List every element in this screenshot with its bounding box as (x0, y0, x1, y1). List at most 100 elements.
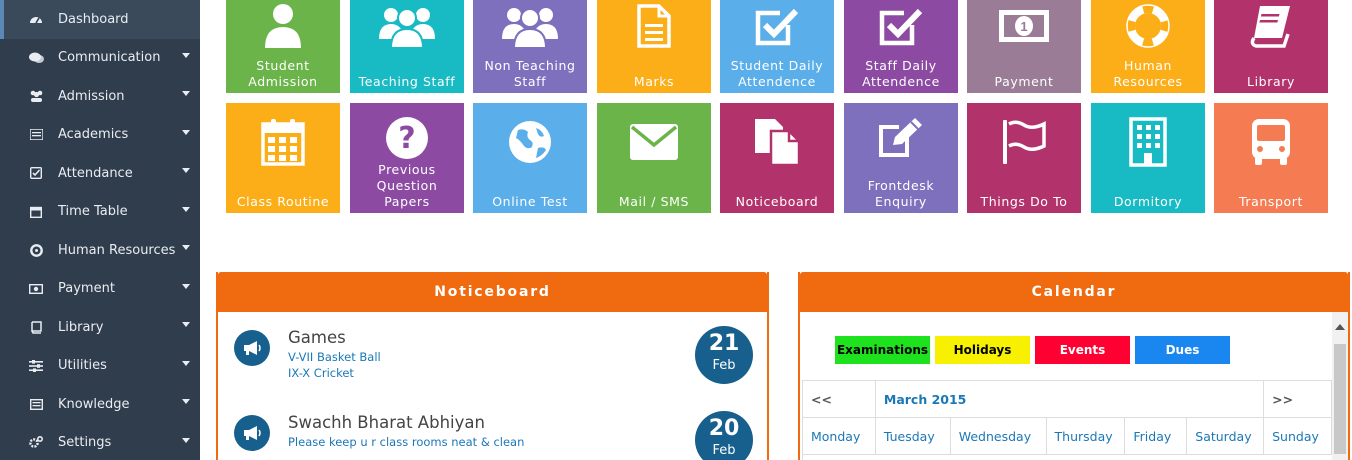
calendar-grid: << March 2015 >> Monday Tuesday Wednesda… (802, 380, 1332, 460)
legend-holidays[interactable]: Holidays (935, 336, 1030, 364)
lifebuoy-icon (28, 242, 44, 258)
checkbox-icon (844, 0, 958, 52)
tile-mail-sms[interactable]: Mail / SMS (597, 103, 711, 213)
tile-label: Student Daily Attendence (730, 58, 824, 89)
scroll-up-icon[interactable] (1335, 324, 1345, 330)
calendar-icon (226, 111, 340, 173)
sidebar-item-knowledge[interactable]: Knowledge (0, 385, 200, 424)
month-title: March 2015 (876, 381, 1265, 417)
chevron-down-icon (182, 322, 190, 327)
tile-staff-daily-attendence[interactable]: Staff Daily Attendence (844, 0, 958, 93)
tile-label: Noticeboard (735, 194, 819, 209)
tile-label: Dormitory (1113, 194, 1183, 209)
chevron-down-icon (182, 129, 190, 135)
tile-frontdesk-enquiry[interactable]: Frontdesk Enquiry (844, 103, 958, 213)
tile-non-teaching-staff[interactable]: Non Teaching Staff (473, 0, 587, 93)
tile-previous-question-papers[interactable]: ? Previous Question Papers (350, 103, 464, 213)
flag-icon (967, 111, 1081, 173)
tile-transport[interactable]: Transport (1214, 103, 1328, 213)
sidebar-item-utilities[interactable]: Utilities (0, 347, 200, 386)
tile-payment[interactable]: 1 Payment (967, 0, 1081, 93)
tile-dormitory[interactable]: Dormitory (1091, 103, 1205, 213)
notice-title: Games (288, 328, 346, 347)
next-month-button[interactable]: >> (1264, 381, 1332, 417)
comments-icon (28, 50, 44, 66)
globe-icon (473, 111, 587, 173)
user-icon (226, 0, 340, 52)
sidebar-item-admission[interactable]: Admission (0, 77, 200, 116)
noticeboard-title: Noticeboard (218, 272, 767, 312)
sidebar-item-attendance[interactable]: Attendance (0, 154, 200, 193)
tile-online-test[interactable]: Online Test (473, 103, 587, 213)
tile-label: Transport (1238, 194, 1304, 209)
dashboard-icon (28, 11, 44, 27)
notice-title: Swachh Bharat Abhiyan (288, 413, 485, 432)
sidebar-item-label: Library (58, 319, 104, 335)
newspaper-icon (28, 396, 44, 412)
book-icon (1214, 0, 1328, 52)
tile-teaching-staff[interactable]: Teaching Staff (350, 0, 464, 93)
book-icon (28, 319, 44, 335)
legend-examinations[interactable]: Examinations (835, 336, 930, 364)
sidebar-item-time-table[interactable]: Time Table (0, 193, 200, 232)
notice-item[interactable]: Swachh Bharat Abhiyan Please keep u r cl… (232, 411, 753, 460)
tile-label: Online Test (492, 194, 568, 209)
chevron-down-icon (182, 206, 190, 212)
tile-label: Library (1247, 74, 1295, 89)
sidebar-item-human-resources[interactable]: Human Resources (0, 231, 200, 270)
sidebar-item-dashboard[interactable]: Dashboard (0, 0, 200, 39)
checkbox-icon (28, 165, 44, 181)
tile-label: Non Teaching Staff (484, 58, 576, 89)
date-month: Feb (712, 358, 736, 373)
megaphone-icon (234, 330, 270, 366)
banknote-icon: 1 (967, 0, 1081, 52)
weekday-header: Wednesday (951, 418, 1047, 454)
legend-dues[interactable]: Dues (1135, 336, 1230, 364)
tile-student-daily-attendence[interactable]: Student Daily Attendence (720, 0, 834, 93)
tile-label: Payment (994, 74, 1054, 89)
copy-icon (720, 111, 834, 173)
tile-label: Class Routine (236, 194, 330, 209)
sidebar-item-library[interactable]: Library (0, 308, 200, 347)
group-icon (350, 0, 464, 52)
tile-label: Student Admission (248, 58, 318, 89)
group-icon (473, 0, 587, 52)
sliders-icon (28, 358, 44, 374)
svg-text:1: 1 (1020, 19, 1027, 34)
chevron-down-icon (182, 91, 190, 96)
tile-human-resources[interactable]: Human Resources (1091, 0, 1205, 93)
tile-label: Teaching Staff (358, 74, 456, 89)
chevron-down-icon (182, 168, 190, 173)
sidebar-item-settings[interactable]: Settings (0, 424, 200, 460)
tile-noticeboard[interactable]: Noticeboard (720, 103, 834, 213)
calendar-scrollbar[interactable] (1332, 312, 1348, 460)
chevron-down-icon (182, 52, 190, 58)
edit-icon (844, 109, 958, 165)
notice-line: V-VII Basket Ball (288, 350, 381, 364)
sidebar-item-academics[interactable]: Academics (0, 116, 200, 155)
calendar-icon (28, 204, 44, 220)
tile-library[interactable]: Library (1214, 0, 1328, 93)
weekday-header: Friday (1125, 418, 1188, 454)
tile-label: Things Do To (980, 194, 1068, 209)
sidebar-item-communication[interactable]: Communication (0, 39, 200, 78)
notice-item[interactable]: Games V-VII Basket Ball IX-X Cricket 21 … (232, 326, 753, 392)
envelope-icon (597, 111, 711, 173)
sidebar-item-payment[interactable]: Payment (0, 270, 200, 309)
date-day: 21 (708, 331, 740, 356)
calendar-title: Calendar (800, 272, 1348, 312)
sidebar-item-label: Payment (58, 281, 115, 297)
tile-student-admission[interactable]: Student Admission (226, 0, 340, 93)
sidebar-item-label: Utilities (58, 358, 107, 374)
sidebar-item-label: Attendance (58, 165, 133, 181)
tile-marks[interactable]: Marks (597, 0, 711, 93)
sidebar-item-label: Admission (58, 88, 125, 104)
tile-class-routine[interactable]: Class Routine (226, 103, 340, 213)
chevron-down-icon (182, 360, 190, 366)
legend-events[interactable]: Events (1035, 336, 1130, 364)
tile-label: Human Resources (1113, 58, 1183, 89)
prev-month-button[interactable]: << (803, 381, 876, 417)
cogs-icon (28, 435, 44, 451)
tile-things-do-to[interactable]: Things Do To (967, 103, 1081, 213)
scroll-thumb[interactable] (1334, 344, 1346, 454)
